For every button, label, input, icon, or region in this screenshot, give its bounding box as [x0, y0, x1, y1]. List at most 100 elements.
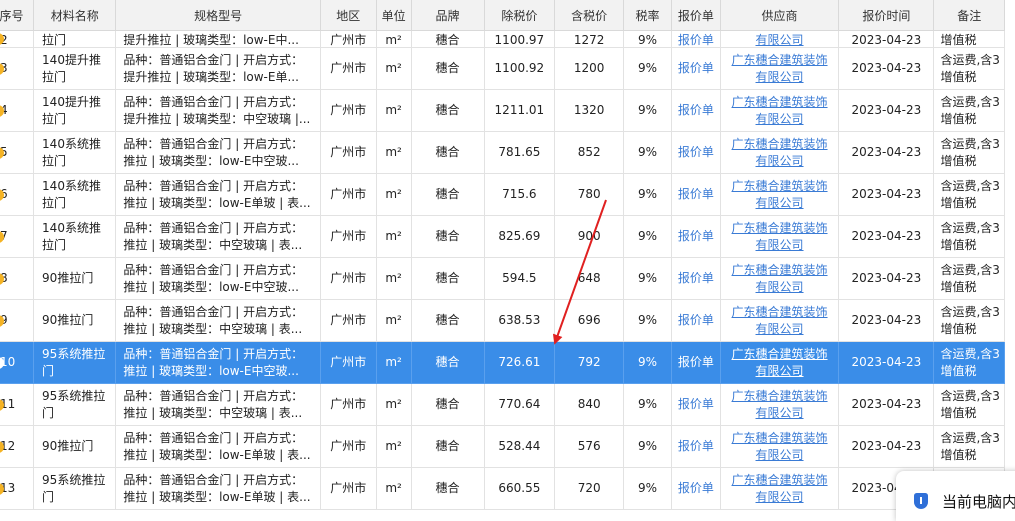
- material-name-cell: 140系统推 拉门: [33, 131, 117, 174]
- shield-icon: [914, 493, 928, 509]
- table-row[interactable]: 11 95系统推拉门品种：普通铝合金门 | 开启方式： 推拉 | 玻璃类型：中空玻璃…: [0, 383, 1005, 426]
- quote-time-cell: 2023-04-23: [838, 299, 935, 342]
- supplier-link[interactable]: 广东穗合建筑装饰: [725, 136, 835, 153]
- unit-cell: m²: [376, 467, 412, 510]
- supplier-link[interactable]: 有限公司: [725, 237, 835, 254]
- supplier-link[interactable]: 广东穗合建筑装饰: [725, 220, 835, 237]
- table-row[interactable]: 6140系统推拉门品种：普通铝合金门 | 开启方式：推拉 | 玻璃类型：low-…: [0, 173, 1005, 216]
- quote-link[interactable]: 报价单: [678, 33, 714, 47]
- spec-lines: 品种：普通铝合金门 | 开启方式： 提升推拉 | 玻璃类型：中空玻璃 |...: [123, 94, 315, 128]
- remark-cell: 含运费,含3 增值税: [933, 173, 1005, 216]
- supplier-link[interactable]: 广东穗合建筑装饰: [725, 178, 835, 195]
- col-header-quote[interactable]: 报价单: [671, 0, 721, 31]
- table-row[interactable]: 5140系统推拉门品种：普通铝合金门 | 开启方式：推拉 | 玻璃类型：low-…: [0, 131, 1005, 174]
- quote-link[interactable]: 报价单: [678, 397, 714, 411]
- price-ex-tax-cell: 594.5: [484, 257, 556, 300]
- supplier-link[interactable]: 广东穗合建筑装饰: [725, 52, 835, 69]
- remark-line: 含运费,含3: [940, 220, 1000, 235]
- spec-cell: 品种：普通铝合金门 | 开启方式： 推拉 | 玻璃类型：中空玻璃 | 表...: [115, 299, 321, 342]
- remark-cell: 含运费,含3 增值税: [933, 299, 1005, 342]
- row-index-cell: 6: [0, 173, 35, 216]
- supplier-link[interactable]: 有限公司: [725, 405, 835, 422]
- supplier-link[interactable]: 有限公司: [756, 33, 804, 47]
- tax-rate-cell: 9%: [623, 467, 672, 510]
- price-inc-tax-cell: 792: [554, 341, 625, 384]
- quote-cell: 报价单: [671, 383, 721, 426]
- row-index-cell: 9: [0, 299, 35, 342]
- col-header-tax-rate[interactable]: 税率: [623, 0, 672, 31]
- table-row[interactable]: 2 拉门 提升推拉 | 玻璃类型：low-E中... 广州市 m² 穗合 110…: [0, 30, 1005, 48]
- quote-link[interactable]: 报价单: [678, 439, 714, 453]
- table-row[interactable]: 13 95系统推拉门品种：普通铝合金门 | 开启方式： 推拉 | 玻璃类型：low-…: [0, 467, 1005, 510]
- supplier-cell: 广东穗合建筑装饰 有限公司: [720, 257, 840, 300]
- region-cell: 广州市: [320, 30, 377, 48]
- col-header-remark[interactable]: 备注: [933, 0, 1005, 31]
- supplier-link[interactable]: 有限公司: [725, 489, 835, 506]
- col-header-price-ex-tax[interactable]: 除税价: [484, 0, 556, 31]
- col-header-price-inc-tax[interactable]: 含税价: [554, 0, 625, 31]
- table-header-row: 序号 材料名称 规格型号 地区 单位 品牌 除税价 含税价 税率 报价单 供应商…: [0, 0, 1005, 31]
- quote-link[interactable]: 报价单: [678, 313, 714, 327]
- quote-link[interactable]: 报价单: [678, 103, 714, 117]
- supplier-lines: 广东穗合建筑装饰 有限公司: [725, 388, 835, 422]
- price-inc-tax-cell: 780: [554, 173, 625, 216]
- supplier-lines: 广东穗合建筑装饰 有限公司: [725, 472, 835, 506]
- col-header-brand[interactable]: 品牌: [411, 0, 485, 31]
- supplier-link[interactable]: 有限公司: [725, 69, 835, 86]
- supplier-link[interactable]: 广东穗合建筑装饰: [725, 304, 835, 321]
- table-row-selected[interactable]: 10 95系统推拉门品种：普通铝合金门 | 开启方式： 推拉 | 玻璃类型：low-…: [0, 341, 1005, 384]
- supplier-link[interactable]: 有限公司: [725, 447, 835, 464]
- supplier-link[interactable]: 有限公司: [725, 153, 835, 170]
- col-header-index[interactable]: 序号: [0, 0, 35, 31]
- supplier-link[interactable]: 广东穗合建筑装饰: [725, 346, 835, 363]
- quote-link[interactable]: 报价单: [678, 271, 714, 285]
- col-header-quote-time[interactable]: 报价时间: [838, 0, 935, 31]
- quote-link[interactable]: 报价单: [678, 481, 714, 495]
- col-header-supplier[interactable]: 供应商: [720, 0, 840, 31]
- col-header-unit[interactable]: 单位: [376, 0, 412, 31]
- table-row[interactable]: 9 90推拉门 品种：普通铝合金门 | 开启方式： 推拉 | 玻璃类型：中空玻璃 | …: [0, 299, 1005, 342]
- region-cell: 广州市: [320, 257, 377, 300]
- region-cell: 广州市: [320, 425, 377, 468]
- spec-cell: 品种：普通铝合金门 | 开启方式： 推拉 | 玻璃类型：low-E中空玻...: [115, 341, 321, 384]
- remark-lines: 含运费,含3 增值税: [940, 346, 1000, 380]
- supplier-link[interactable]: 有限公司: [725, 279, 835, 296]
- supplier-link[interactable]: 广东穗合建筑装饰: [725, 262, 835, 279]
- supplier-link[interactable]: 有限公司: [725, 321, 835, 338]
- material-name-line: 90推拉门: [42, 439, 94, 453]
- spec-line: 提升推拉 | 玻璃类型：low-E单...: [123, 69, 299, 84]
- price-inc-tax-cell: 648: [554, 257, 625, 300]
- quote-link[interactable]: 报价单: [678, 355, 714, 369]
- remark-lines: 含运费,含3 增值税: [940, 304, 1000, 338]
- table-row[interactable]: 12 90推拉门 品种：普通铝合金门 | 开启方式： 推拉 | 玻璃类型：low-E单…: [0, 425, 1005, 468]
- supplier-link[interactable]: 广东穗合建筑装饰: [725, 94, 835, 111]
- material-name-line: 拉门: [42, 111, 67, 126]
- quote-time-cell: 2023-04-23: [838, 30, 935, 48]
- col-header-region[interactable]: 地区: [320, 0, 377, 31]
- table-row[interactable]: 7140系统推拉门品种：普通铝合金门 | 开启方式：推拉 | 玻璃类型：中空玻璃…: [0, 215, 1005, 258]
- material-name-cell: 拉门: [33, 30, 117, 48]
- supplier-link[interactable]: 有限公司: [725, 195, 835, 212]
- supplier-link[interactable]: 有限公司: [725, 111, 835, 128]
- quote-link[interactable]: 报价单: [678, 187, 714, 201]
- supplier-link[interactable]: 有限公司: [725, 363, 835, 380]
- table-row[interactable]: 3140提升推拉门品种：普通铝合金门 | 开启方式：提升推拉 | 玻璃类型：lo…: [0, 47, 1005, 90]
- spec-line: 推拉 | 玻璃类型：中空玻璃 | 表...: [123, 321, 303, 336]
- supplier-link[interactable]: 广东穗合建筑装饰: [725, 430, 835, 447]
- brand-cell: 穗合: [411, 467, 485, 510]
- quote-link[interactable]: 报价单: [678, 229, 714, 243]
- quote-link[interactable]: 报价单: [678, 61, 714, 75]
- table-row[interactable]: 4140提升推拉门品种：普通铝合金门 | 开启方式：提升推拉 | 玻璃类型：中空…: [0, 89, 1005, 132]
- supplier-cell: 广东穗合建筑装饰 有限公司: [720, 173, 840, 216]
- quote-link[interactable]: 报价单: [678, 145, 714, 159]
- table-row[interactable]: 8 90推拉门 品种：普通铝合金门 | 开启方式： 推拉 | 玻璃类型：low-E中空…: [0, 257, 1005, 300]
- supplier-link[interactable]: 广东穗合建筑装饰: [725, 388, 835, 405]
- col-header-name[interactable]: 材料名称: [33, 0, 117, 31]
- name-lines: 95系统推拉门: [42, 388, 111, 422]
- supplier-cell: 广东穗合建筑装饰 有限公司: [720, 89, 840, 132]
- price-inc-tax-cell: 852: [554, 131, 625, 174]
- unit-cell: m²: [376, 257, 412, 300]
- row-index-cell: 5: [0, 131, 35, 174]
- supplier-link[interactable]: 广东穗合建筑装饰: [725, 472, 835, 489]
- col-header-spec[interactable]: 规格型号: [115, 0, 321, 31]
